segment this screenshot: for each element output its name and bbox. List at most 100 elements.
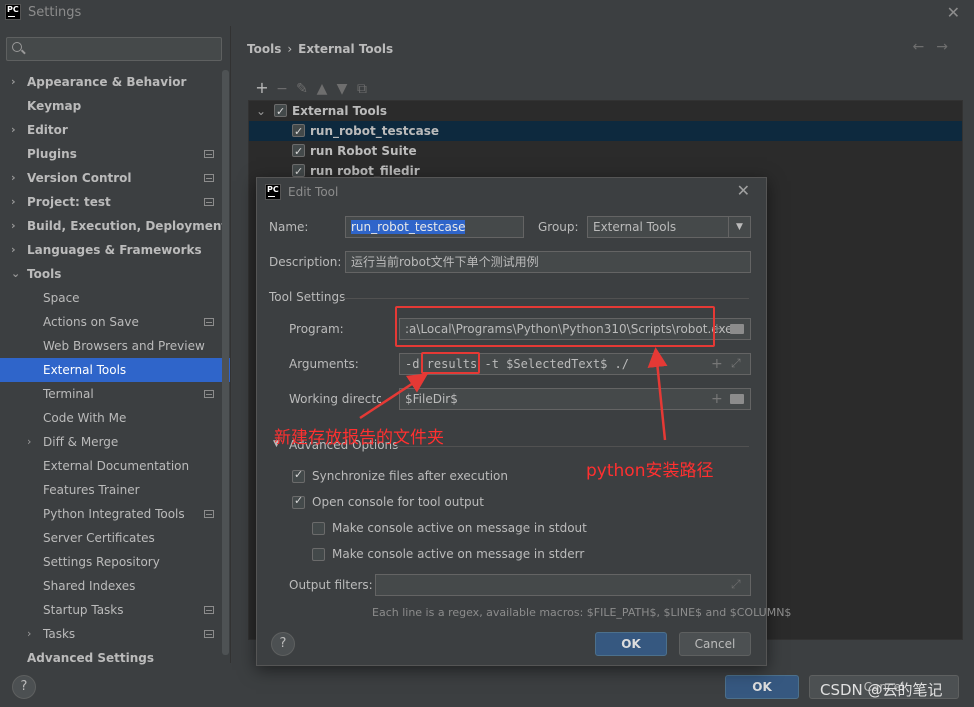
sidebar-item[interactable]: Actions on Save	[0, 310, 230, 334]
sidebar-item[interactable]: Terminal	[0, 382, 230, 406]
sidebar-item-label: Shared Indexes	[43, 579, 136, 593]
name-field[interactable]: run_robot_testcase	[345, 216, 524, 238]
tool-checkbox[interactable]	[292, 122, 305, 142]
csdn-watermark: CSDN @云的笔记	[820, 681, 943, 699]
project-level-icon	[204, 510, 214, 518]
sidebar-item-label: Advanced Settings	[27, 651, 155, 665]
description-field[interactable]: 运行当前robot文件下单个测试用例	[345, 251, 751, 273]
sidebar-item[interactable]: Startup Tasks	[0, 598, 230, 622]
sidebar-item[interactable]: Shared Indexes	[0, 574, 230, 598]
close-dialog-icon[interactable]: ✕	[737, 181, 750, 200]
browse-folder-icon[interactable]	[730, 394, 744, 404]
tool-label: run_robot_testcase	[310, 124, 439, 138]
tools-group-row[interactable]: ⌄ External Tools	[249, 101, 962, 122]
sidebar-item-label: Version Control	[27, 171, 132, 185]
sidebar-item[interactable]: › Tasks	[0, 622, 230, 646]
remove-tool-icon[interactable]: −	[272, 81, 292, 97]
chevron-down-icon[interactable]: ▼	[728, 217, 750, 237]
sidebar-item[interactable]: External Tools	[0, 358, 230, 382]
stdout-active-checkbox[interactable]	[312, 522, 325, 535]
settings-ok-button[interactable]: OK	[725, 675, 799, 699]
chevron-right-icon[interactable]: ›	[11, 118, 16, 142]
open-console-checkbox[interactable]	[292, 494, 305, 509]
close-window-icon[interactable]: ✕	[947, 3, 960, 22]
sidebar-item[interactable]: › Languages & Frameworks	[0, 238, 230, 262]
settings-search-input[interactable]	[6, 37, 222, 61]
sidebar-item[interactable]: › Version Control	[0, 166, 230, 190]
sidebar-item[interactable]: › Diff & Merge	[0, 430, 230, 454]
stderr-active-checkbox[interactable]	[312, 548, 325, 561]
chevron-right-icon[interactable]: ›	[11, 166, 16, 190]
tools-toolbar: + − ✎ ▲ ▼ ⧉	[252, 78, 372, 98]
browse-folder-icon[interactable]	[730, 324, 744, 334]
back-arrow-icon[interactable]: ←	[913, 39, 937, 55]
output-filters-label: Output filters:	[289, 578, 373, 592]
settings-help-button[interactable]: ?	[12, 675, 36, 699]
title-bar: PC Settings ✕	[0, 0, 974, 26]
sidebar-item-label: Features Trainer	[43, 483, 140, 497]
group-select[interactable]: External Tools ▼	[587, 216, 751, 238]
sidebar-item[interactable]: › Build, Execution, Deployment	[0, 214, 230, 238]
sidebar-item[interactable]: Plugins	[0, 142, 230, 166]
tool-row[interactable]: run_robot_testcase	[249, 121, 962, 142]
sidebar-item[interactable]: Server Certificates	[0, 526, 230, 550]
sidebar-item-label: Actions on Save	[43, 315, 139, 329]
group-checkbox[interactable]	[274, 102, 287, 122]
dialog-help-button[interactable]: ?	[271, 632, 295, 656]
sidebar-scrollbar[interactable]	[222, 70, 229, 655]
sidebar-item[interactable]: › Editor	[0, 118, 230, 142]
breadcrumb-parent[interactable]: Tools	[247, 42, 281, 56]
sidebar-item-label: Tasks	[43, 627, 76, 641]
tool-checkbox[interactable]	[292, 162, 305, 182]
sidebar-item-label: Server Certificates	[43, 531, 155, 545]
insert-macro-icon[interactable]: +	[711, 356, 723, 372]
output-filters-field[interactable]	[375, 574, 751, 596]
copy-tool-icon[interactable]: ⧉	[352, 81, 372, 97]
sidebar-item[interactable]: Advanced Settings	[0, 646, 230, 670]
expand-icon[interactable]: ⤢	[731, 356, 741, 371]
sidebar-item[interactable]: ⌄ Tools	[0, 262, 230, 286]
sidebar-item[interactable]: › Project: test	[0, 190, 230, 214]
sidebar-item[interactable]: Web Browsers and Preview	[0, 334, 230, 358]
sync-files-checkbox[interactable]	[292, 468, 305, 483]
chevron-right-icon[interactable]: ›	[11, 214, 16, 238]
pycharm-logo-icon: PC	[5, 4, 21, 20]
chevron-right-icon[interactable]: ›	[27, 622, 31, 646]
dialog-ok-button[interactable]: OK	[595, 632, 667, 656]
add-tool-icon[interactable]: +	[252, 78, 272, 97]
insert-macro-icon[interactable]: +	[711, 391, 723, 407]
forward-arrow-icon[interactable]: →	[936, 39, 960, 55]
breadcrumb-current: External Tools	[298, 42, 394, 56]
edit-tool-icon[interactable]: ✎	[292, 81, 312, 97]
sidebar-item[interactable]: External Documentation	[0, 454, 230, 478]
stderr-active-label: Make console active on message in stderr	[332, 547, 585, 561]
chevron-right-icon[interactable]: ›	[11, 70, 16, 94]
dialog-cancel-button[interactable]: Cancel	[679, 632, 751, 656]
working-directory-field[interactable]: $FileDir$	[399, 388, 751, 410]
expand-icon[interactable]: ⤢	[731, 577, 741, 592]
sidebar-item[interactable]: › Appearance & Behavior	[0, 70, 230, 94]
chevron-down-icon[interactable]: ⌄	[256, 101, 266, 121]
python-path-annotation: python安装路径	[586, 461, 714, 481]
sidebar-item[interactable]: Keymap	[0, 94, 230, 118]
tool-checkbox[interactable]	[292, 142, 305, 162]
sidebar-item-label: Space	[43, 291, 80, 305]
chevron-down-icon[interactable]: ⌄	[11, 262, 20, 286]
results-highlight-box	[421, 352, 480, 374]
group-label: External Tools	[292, 104, 387, 118]
sidebar-item[interactable]: Code With Me	[0, 406, 230, 430]
move-up-icon[interactable]: ▲	[312, 81, 332, 97]
move-down-icon[interactable]: ▼	[332, 81, 352, 97]
chevron-right-icon[interactable]: ›	[11, 190, 16, 214]
pycharm-logo-icon: PC	[265, 184, 281, 200]
chevron-right-icon[interactable]: ›	[11, 238, 16, 262]
name-value: run_robot_testcase	[351, 220, 466, 234]
chevron-right-icon[interactable]: ›	[27, 430, 31, 454]
tool-row[interactable]: run Robot Suite	[249, 141, 962, 162]
sidebar-item[interactable]: Python Integrated Tools	[0, 502, 230, 526]
sidebar-item[interactable]: Space	[0, 286, 230, 310]
settings-tree: › Appearance & Behavior Keymap › Editor Plugi…	[0, 70, 230, 670]
sidebar-item[interactable]: Features Trainer	[0, 478, 230, 502]
sidebar-item[interactable]: Settings Repository	[0, 550, 230, 574]
open-console-label: Open console for tool output	[312, 495, 484, 509]
